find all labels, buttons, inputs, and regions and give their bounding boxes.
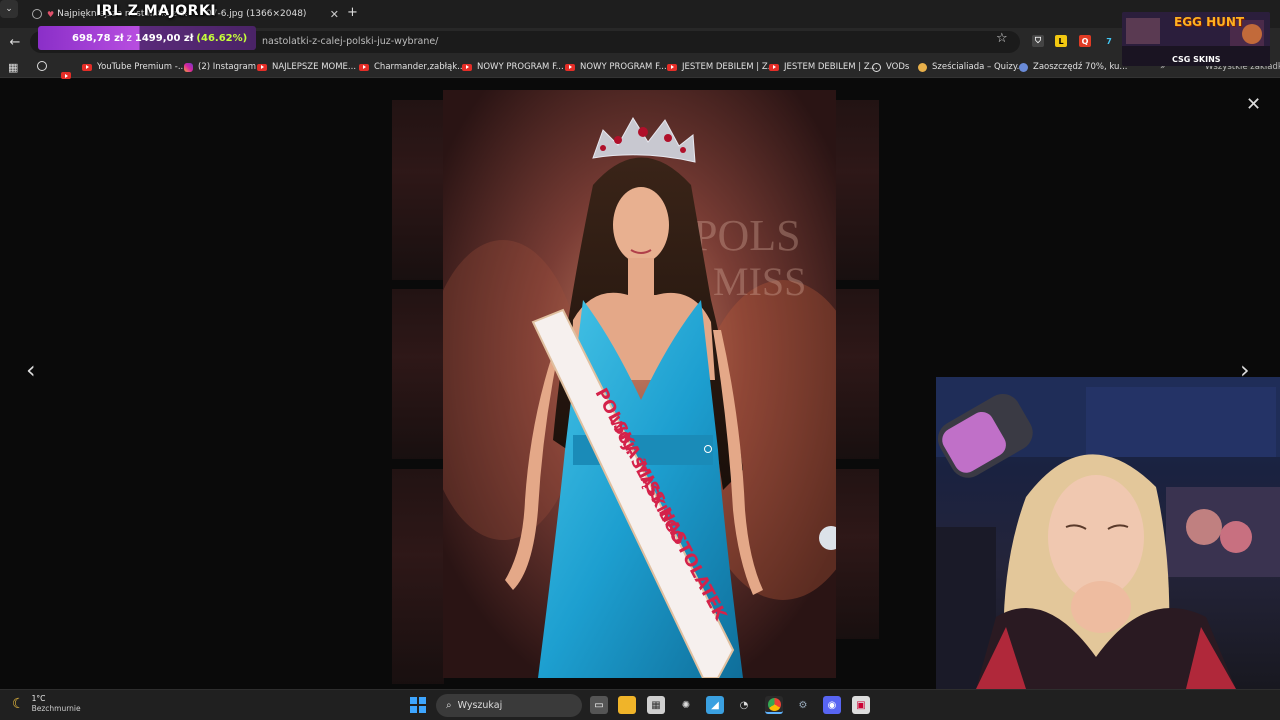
globe-icon bbox=[872, 62, 881, 72]
start-button[interactable] bbox=[410, 697, 426, 713]
bookmark-label: VODs bbox=[886, 62, 910, 72]
file-explorer-icon[interactable] bbox=[618, 696, 636, 714]
donation-goal: 1499,00 zł bbox=[134, 32, 194, 44]
thumbnail-left[interactable] bbox=[392, 289, 444, 459]
chevron-left-icon[interactable]: ‹ bbox=[26, 356, 36, 384]
thumbnail-left[interactable] bbox=[392, 469, 444, 684]
sponsor-label: CSG SKINS bbox=[1172, 55, 1221, 64]
bookmark-label: Sześcialiada – Quizy... bbox=[932, 62, 1025, 72]
bookmark-label: NOWY PROGRAM F... bbox=[477, 62, 564, 72]
webcam-feed bbox=[936, 377, 1280, 689]
windows-logo-icon bbox=[419, 697, 426, 704]
moon-icon: ☾ bbox=[12, 696, 25, 712]
extension-icon[interactable]: 7 bbox=[1103, 35, 1115, 47]
app-icon[interactable]: ◢ bbox=[706, 696, 724, 714]
backdrop-text: MISS bbox=[713, 259, 806, 304]
tab-title: 07-6.jpg (1366×2048) bbox=[206, 9, 307, 19]
thumbnail-right[interactable] bbox=[836, 289, 879, 459]
thumbnail-right[interactable] bbox=[836, 100, 879, 280]
bookmark-item[interactable]: Sześcialiada – Quizy... bbox=[918, 60, 1025, 74]
arrow-left-icon: ← bbox=[9, 34, 21, 50]
task-view-icon[interactable]: ▭ bbox=[590, 696, 608, 714]
main-photo: POLS MISS POLSKA MISS NASTOLATEK WOJ. ŚL… bbox=[443, 90, 836, 678]
bookmark-label: JESTEM DEBILEM | Z... bbox=[682, 62, 776, 72]
youtube-icon bbox=[257, 63, 267, 71]
bookmark-item[interactable]: JESTEM DEBILEM | Z... bbox=[769, 60, 878, 74]
back-button[interactable]: ← bbox=[6, 33, 24, 51]
bookmark-label: Charmander,zabłąk... bbox=[374, 62, 466, 72]
bookmark-label: YouTube Premium -... bbox=[97, 62, 186, 72]
bookmark-item[interactable]: NAJLEPSZE MOME... bbox=[257, 60, 356, 74]
apps-grid-icon[interactable]: ▦ bbox=[8, 61, 18, 74]
bookmark-star-icon[interactable]: ☆ bbox=[996, 31, 1008, 46]
tab-close-icon[interactable]: ✕ bbox=[330, 8, 339, 21]
chevron-down-icon: ⌄ bbox=[5, 4, 13, 14]
donation-goal-bar: 698,78 zł z 1499,00 zł (46.62%) bbox=[38, 26, 256, 50]
bookmark-item[interactable]: (2) Instagram bbox=[184, 60, 256, 74]
app-icon[interactable]: ✺ bbox=[677, 696, 695, 714]
search-placeholder: Wyszukaj bbox=[457, 700, 503, 711]
webcam-overlay bbox=[936, 377, 1280, 689]
egg-hunt-widget: EGG HUNT CSG SKINS bbox=[1122, 12, 1270, 66]
app-icon[interactable]: ◔ bbox=[735, 696, 753, 714]
close-icon[interactable]: ✕ bbox=[1246, 94, 1261, 115]
backdrop-text: POLS bbox=[693, 211, 801, 260]
youtube-icon bbox=[769, 63, 779, 71]
bookmarks-bar: ▦ YouTube Premium -... (2) Instagram NAJ… bbox=[0, 56, 1280, 79]
weather-condition: Bezchmurnie bbox=[31, 704, 81, 713]
donation-separator: z bbox=[126, 32, 132, 44]
settings-gear-icon[interactable]: ⚙ bbox=[794, 696, 812, 714]
windows-logo-icon bbox=[410, 706, 417, 713]
taskbar-search[interactable]: ⌕ Wyszukaj bbox=[436, 694, 582, 717]
bookmark-label: (2) Instagram bbox=[198, 62, 256, 72]
youtube-icon bbox=[462, 63, 472, 71]
bookmark-label: JESTEM DEBILEM | Z... bbox=[784, 62, 878, 72]
bookmark-item[interactable]: NOWY PROGRAM F... bbox=[462, 60, 564, 74]
thumbnail-left[interactable] bbox=[392, 100, 444, 280]
extension-icon[interactable]: Q bbox=[1079, 35, 1091, 47]
store-icon[interactable]: ▦ bbox=[647, 696, 665, 714]
instagram-icon bbox=[184, 62, 193, 72]
youtube-icon bbox=[82, 63, 92, 71]
heart-icon: ♥ bbox=[47, 9, 55, 19]
bookmark-item[interactable]: JESTEM DEBILEM | Z... bbox=[667, 60, 776, 74]
quiz-icon bbox=[918, 62, 927, 72]
search-icon: ⌕ bbox=[446, 700, 452, 711]
windows-logo-icon bbox=[419, 706, 426, 713]
extension-icon[interactable]: ⛉ bbox=[1032, 35, 1044, 47]
youtube-icon bbox=[359, 63, 369, 71]
bookmark-item[interactable]: Charmander,zabłąk... bbox=[359, 60, 465, 74]
extension-icon[interactable]: L bbox=[1055, 35, 1067, 47]
thumbnail-right[interactable] bbox=[836, 469, 879, 639]
bookmark-item[interactable]: Zaoszczędź 70%, ku... bbox=[1019, 60, 1128, 74]
chrome-icon[interactable] bbox=[37, 61, 47, 71]
windows-logo-icon bbox=[410, 697, 417, 704]
tab-favicon-globe-icon bbox=[32, 9, 42, 19]
weather-temperature: 1°C bbox=[31, 694, 46, 703]
egg-hunt-title: EGG HUNT bbox=[1174, 15, 1245, 29]
bookmark-label: NAJLEPSZE MOME... bbox=[272, 62, 357, 72]
stream-title: IRL Z MAJORKI bbox=[96, 3, 217, 19]
youtube-icon bbox=[667, 63, 677, 71]
new-tab-button[interactable]: + bbox=[347, 5, 358, 20]
bookmark-item[interactable]: VODs bbox=[872, 60, 909, 74]
youtube-icon bbox=[565, 63, 575, 71]
chrome-icon[interactable] bbox=[765, 696, 783, 714]
taskbar: ☾ 1°C Bezchmurnie ⌕ Wyszukaj ▭ ▦ ✺ ◢ ◔ ⚙… bbox=[0, 689, 1280, 720]
app-icon[interactable]: ▣ bbox=[852, 696, 870, 714]
donation-current: 698,78 zł bbox=[72, 32, 124, 44]
mouse-cursor bbox=[704, 445, 712, 453]
steam-icon bbox=[1019, 62, 1028, 72]
bookmark-label: Zaoszczędź 70%, ku... bbox=[1033, 62, 1128, 72]
photo-illustration: POLS MISS POLSKA MISS NASTOLATEK WOJ. ŚL… bbox=[443, 90, 836, 678]
donation-percent: (46.62%) bbox=[196, 32, 248, 44]
discord-icon[interactable]: ◉ bbox=[823, 696, 841, 714]
url-text: nastolatki-z-calej-polski-juz-wybrane/ bbox=[262, 36, 439, 47]
tab-search-button[interactable]: ⌄ bbox=[0, 0, 18, 18]
bookmark-item[interactable]: NOWY PROGRAM F... bbox=[565, 60, 667, 74]
bookmark-label: NOWY PROGRAM F... bbox=[580, 62, 667, 72]
weather-widget[interactable]: ☾ 1°C Bezchmurnie bbox=[12, 694, 81, 714]
bookmark-item[interactable]: YouTube Premium -... bbox=[82, 60, 186, 74]
